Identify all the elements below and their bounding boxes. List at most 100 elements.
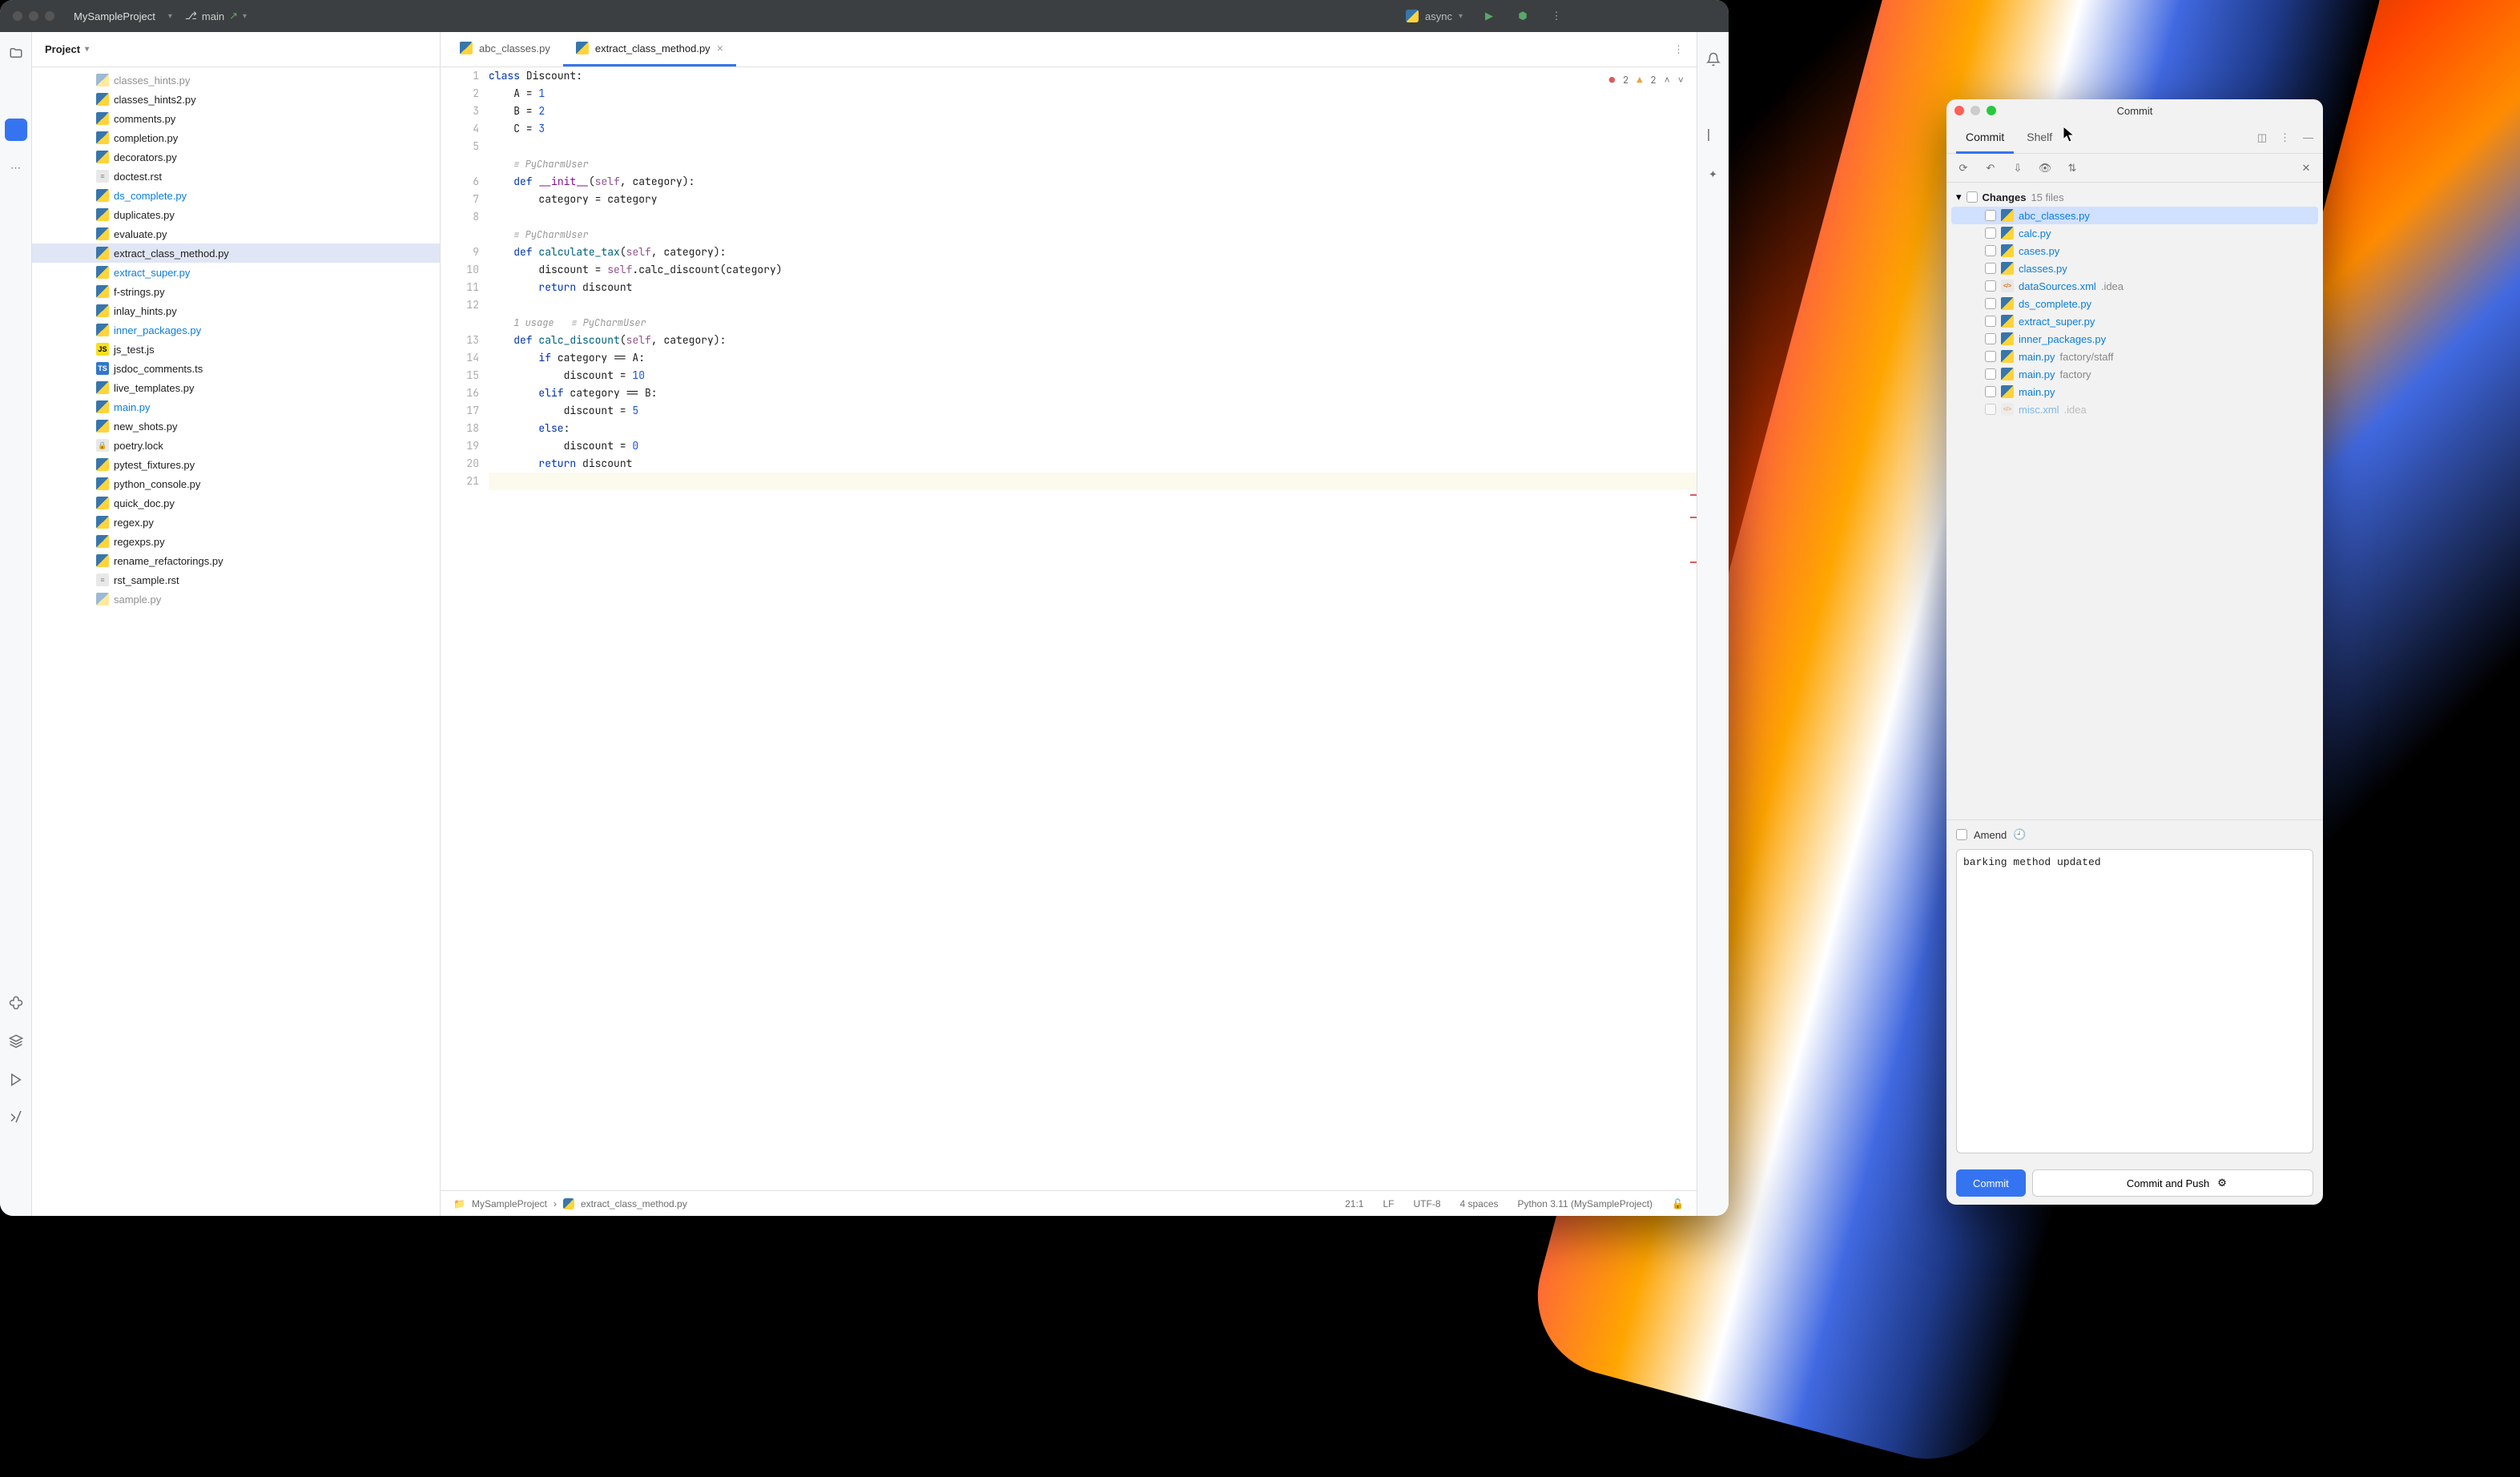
file-checkbox[interactable] (1985, 351, 1996, 362)
tab-commit[interactable]: Commit (1956, 123, 2014, 154)
editor-tabs-more[interactable]: ⋮ (1661, 32, 1697, 66)
file-checkbox[interactable] (1985, 245, 1996, 256)
project-view-header[interactable]: Project ▾ (32, 32, 440, 67)
commit-and-push-button[interactable]: Commit and Push ⚙ (2032, 1169, 2313, 1197)
vcs-branch-widget[interactable]: ⎇ main ↗ ▾ (185, 10, 247, 22)
tree-file-item[interactable]: JSjs_test.js (32, 340, 440, 359)
project-name[interactable]: MySampleProject (74, 10, 155, 22)
file-checkbox[interactable] (1985, 298, 1996, 309)
changelist-icon[interactable]: 👁 (2038, 162, 2052, 175)
window-controls[interactable] (1954, 106, 1996, 115)
problems-button[interactable] (5, 1145, 27, 1168)
tree-file-item[interactable]: live_templates.py (32, 378, 440, 397)
code-editor[interactable]: ●2 ▲2 ˄ ˅ 12345 678 9101112 131415161718… (441, 67, 1697, 1190)
file-checkbox[interactable] (1985, 263, 1996, 274)
change-file-item[interactable]: cases.py (1946, 242, 2323, 260)
tree-file-item[interactable]: sample.py (32, 590, 440, 609)
project-tool-button[interactable] (5, 42, 27, 64)
sciview-button[interactable] (1702, 125, 1725, 147)
tree-file-item[interactable]: pytest_fixtures.py (32, 455, 440, 474)
tree-file-item[interactable]: 🔒poetry.lock (32, 436, 440, 455)
tree-file-item[interactable]: inlay_hints.py (32, 301, 440, 320)
change-file-item[interactable]: main.py factory (1946, 365, 2323, 383)
line-separator[interactable]: LF (1383, 1198, 1394, 1209)
tree-file-item[interactable]: ds_complete.py (32, 186, 440, 205)
tree-file-item[interactable]: evaluate.py (32, 224, 440, 243)
tree-file-item[interactable]: comments.py (32, 109, 440, 128)
commit-message-input[interactable]: barking method updated (1956, 849, 2313, 1153)
settings-icon[interactable] (1701, 9, 1716, 23)
tree-file-item[interactable]: python_console.py (32, 474, 440, 493)
minimize-icon[interactable]: — (2303, 131, 2313, 144)
changes-node[interactable]: ▾ Changes 15 files (1946, 187, 2323, 207)
more-actions-icon[interactable]: ⋮ (1549, 9, 1564, 23)
tab-shelf[interactable]: Shelf (2017, 123, 2062, 154)
refresh-icon[interactable]: ⟳ (1956, 162, 1971, 175)
change-file-item[interactable]: calc.py (1946, 224, 2323, 242)
interpreter-widget[interactable]: Python 3.11 (MySampleProject) (1518, 1198, 1653, 1209)
breadcrumb-file[interactable]: extract_class_method.py (581, 1198, 687, 1209)
file-checkbox[interactable] (1985, 333, 1996, 344)
tree-file-item[interactable]: TSjsdoc_comments.ts (32, 359, 440, 378)
tree-file-item[interactable]: classes_hints.py (32, 70, 440, 90)
file-checkbox[interactable] (1985, 227, 1996, 239)
file-encoding[interactable]: UTF-8 (1414, 1198, 1441, 1209)
change-file-item[interactable]: </>dataSources.xml .idea (1946, 277, 2323, 295)
editor-tab[interactable]: extract_class_method.py× (563, 32, 736, 66)
tree-file-item[interactable]: quick_doc.py (32, 493, 440, 513)
code-with-me-icon[interactable] (1634, 9, 1648, 23)
tree-file-item[interactable]: regex.py (32, 513, 440, 532)
commit-button[interactable]: Commit (1956, 1169, 2026, 1197)
change-file-item[interactable]: </>misc.xml .idea (1946, 400, 2323, 418)
group-by-icon[interactable]: ⇅ (2065, 162, 2079, 175)
tree-file-item[interactable]: extract_super.py (32, 263, 440, 282)
services-button[interactable] (5, 1069, 27, 1091)
change-file-item[interactable]: main.py factory/staff (1946, 348, 2323, 365)
history-icon[interactable]: 🕘 (2013, 828, 2026, 841)
file-checkbox[interactable] (1985, 404, 1996, 415)
tree-file-item[interactable]: duplicates.py (32, 205, 440, 224)
notifications-button[interactable] (1702, 48, 1725, 70)
file-checkbox[interactable] (1985, 210, 1996, 221)
python-console-button[interactable] (5, 1030, 27, 1052)
gear-icon[interactable]: ⚙ (2217, 1177, 2227, 1189)
tree-file-item[interactable]: ≡rst_sample.rst (32, 570, 440, 590)
change-file-item[interactable]: ds_complete.py (1946, 295, 2323, 312)
more-tool-button[interactable]: ⋯ (5, 157, 27, 179)
tree-file-item[interactable]: rename_refactorings.py (32, 551, 440, 570)
editor-content[interactable]: class Discount: A = 1 B = 2 C = 3 ≡ PyCh… (489, 67, 1697, 1190)
file-checkbox[interactable] (1985, 368, 1996, 380)
editor-gutter[interactable]: 12345 678 9101112 131415161718192021 (441, 67, 489, 1190)
navigation-bar[interactable]: 📁 MySampleProject › extract_class_method… (453, 1198, 687, 1209)
marker-bar[interactable] (1687, 67, 1697, 1190)
options-icon[interactable]: ⋮ (2280, 131, 2290, 144)
database-button[interactable] (1702, 87, 1725, 109)
file-checkbox[interactable] (1985, 280, 1996, 292)
file-checkbox[interactable] (1985, 386, 1996, 397)
python-packages-button[interactable] (5, 992, 27, 1014)
commit-titlebar[interactable]: Commit (1946, 99, 2323, 122)
rollback-icon[interactable]: ↶ (1983, 162, 1998, 175)
search-icon[interactable] (1668, 9, 1682, 23)
vcs-button[interactable] (5, 1184, 27, 1206)
terminal-button[interactable] (5, 1107, 27, 1129)
tree-file-item[interactable]: main.py (32, 397, 440, 417)
tree-file-item[interactable]: ≡doctest.rst (32, 167, 440, 186)
ai-assistant-button[interactable]: ✦ (1702, 163, 1725, 186)
indent-widget[interactable]: 4 spaces (1460, 1198, 1499, 1209)
commit-tool-button[interactable] (5, 119, 27, 141)
change-file-item[interactable]: extract_super.py (1946, 312, 2323, 330)
file-checkbox[interactable] (1985, 316, 1996, 327)
diff-preview-icon[interactable]: ◫ (2257, 131, 2267, 144)
tree-file-item[interactable]: classes_hints2.py (32, 90, 440, 109)
lock-icon[interactable]: 🔓 (1672, 1198, 1684, 1209)
window-controls[interactable] (13, 11, 54, 21)
tree-file-item[interactable]: completion.py (32, 128, 440, 147)
chevron-down-icon[interactable]: ▾ (168, 12, 172, 21)
run-configuration-selector[interactable]: async ▾ (1406, 10, 1463, 22)
editor-tab[interactable]: abc_classes.py (447, 32, 563, 66)
breadcrumb-project[interactable]: MySampleProject (472, 1198, 547, 1209)
structure-tool-button[interactable] (5, 80, 27, 103)
expand-all-icon[interactable]: ✕ (2299, 162, 2313, 175)
change-file-item[interactable]: inner_packages.py (1946, 330, 2323, 348)
